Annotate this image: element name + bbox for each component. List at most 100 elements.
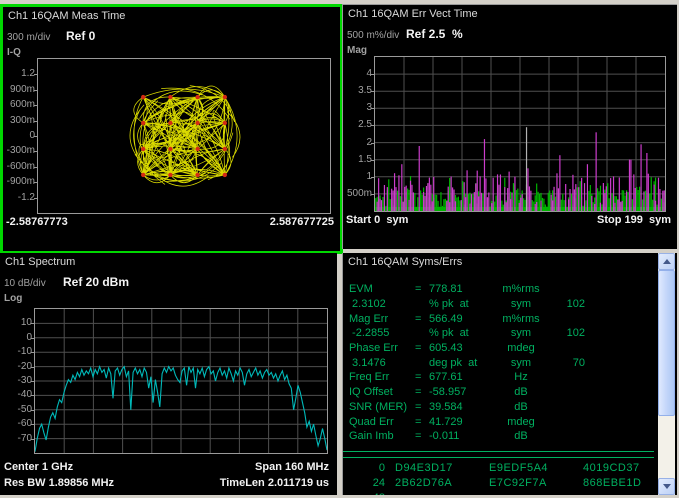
error-summary-row: IQ Offset=-58.957dB bbox=[345, 385, 653, 400]
y-tick-label: -70 bbox=[0, 433, 32, 444]
y-tick-label: 2 bbox=[343, 137, 372, 148]
scale-per-div-label: 300 m/div bbox=[7, 32, 50, 43]
error-summary-row: 2.3102 % pk atsym102 bbox=[345, 297, 653, 312]
y-tick-label: 500m bbox=[343, 188, 372, 199]
y-tick-label: 10 bbox=[0, 317, 32, 328]
error-summary-cell: = bbox=[415, 313, 429, 325]
y-tick-label: 1.2 bbox=[3, 68, 35, 79]
error-summary-cell: -58.957 bbox=[429, 386, 491, 398]
error-summary-cell: sym bbox=[491, 327, 551, 339]
y-tick-label: 1.5 bbox=[343, 154, 372, 165]
error-summary-cell: Freq Err bbox=[349, 371, 415, 383]
symbol-hex-word: E9EDF5A4 bbox=[489, 462, 573, 474]
error-summary-row: Mag Err=566.49m%rms bbox=[345, 311, 653, 326]
symbol-row: 48 bbox=[345, 490, 653, 495]
x-min-label: -2.58767773 bbox=[6, 216, 68, 228]
err-vect-plot[interactable] bbox=[375, 57, 665, 211]
time-len-label: TimeLen 2.011719 us bbox=[220, 477, 329, 489]
constellation-plot[interactable] bbox=[38, 59, 330, 213]
y-axis-format-label: Mag bbox=[347, 45, 367, 56]
symbol-row: 0D94E3D17E9EDF5A44019CD37 bbox=[345, 460, 653, 475]
panel-title: Ch1 16QAM Syms/Errs bbox=[348, 256, 462, 268]
y-tick-label: 0 bbox=[3, 130, 35, 141]
y-axis-format-label: I-Q bbox=[7, 47, 21, 58]
symbol-hex-word: 868EBE1D bbox=[583, 477, 667, 489]
panel-syms-errs[interactable]: Ch1 16QAM Syms/Errs EVM=778.81m%rms 2.31… bbox=[342, 253, 677, 495]
error-summary-cell: sym bbox=[491, 298, 551, 310]
y-tick-label: -900m bbox=[3, 176, 35, 187]
error-summary-row: Freq Err=677.61Hz bbox=[345, 370, 653, 385]
error-summary-cell: dB bbox=[491, 401, 551, 413]
y-tick-label: -20 bbox=[0, 361, 32, 372]
y-tick-label: 300m bbox=[3, 115, 35, 126]
ref-level-label: Ref 2.5 % bbox=[406, 27, 463, 41]
y-tick-label: 2.5 bbox=[343, 119, 372, 130]
error-summary-cell: SNR (MER) bbox=[349, 401, 415, 413]
error-summary-cell: = bbox=[415, 430, 429, 442]
table-divider bbox=[343, 451, 654, 458]
scrollbar[interactable] bbox=[658, 253, 675, 495]
panel-spectrum[interactable]: Ch1 Spectrum 10 dB/div Ref 20 dBm Log 10… bbox=[0, 253, 337, 495]
error-summary-cell: % pk at bbox=[429, 298, 491, 310]
scale-per-div-label: 500 m%/div bbox=[347, 30, 399, 41]
panel-title: Ch1 16QAM Err Vect Time bbox=[348, 8, 478, 20]
error-summary-cell: mdeg bbox=[491, 342, 551, 354]
symbol-hex-word: 4019CD37 bbox=[583, 462, 667, 474]
error-summary-cell: 41.729 bbox=[429, 416, 491, 428]
error-summary-cell: -0.011 bbox=[429, 430, 491, 442]
error-summary-cell: 605.43 bbox=[429, 342, 491, 354]
y-tick-label: 600m bbox=[3, 99, 35, 110]
error-summary-cell: m%rms bbox=[491, 283, 551, 295]
scrollbar-down-button[interactable] bbox=[658, 478, 675, 495]
error-summary-cell: = bbox=[415, 401, 429, 413]
error-summary-row: 3.1476deg pk atsym70 bbox=[345, 355, 653, 370]
error-summary-table: EVM=778.81m%rms 2.3102% pk atsym102Mag E… bbox=[345, 282, 653, 444]
error-summary-row: SNR (MER)=39.584dB bbox=[345, 400, 653, 415]
error-summary-cell: IQ Offset bbox=[349, 386, 415, 398]
error-summary-cell: Gain Imb bbox=[349, 430, 415, 442]
symbol-hex-table: 0D94E3D17E9EDF5A44019CD37242B62D76AE7C92… bbox=[345, 460, 653, 495]
error-summary-cell: 102 bbox=[551, 298, 585, 310]
error-summary-cell: 2.3102 bbox=[349, 298, 415, 310]
spectrum-plot[interactable] bbox=[35, 309, 327, 453]
error-summary-cell: = bbox=[415, 342, 429, 354]
error-summary-row: -2.2855% pk atsym102 bbox=[345, 326, 653, 341]
error-summary-row: Phase Err=605.43mdeg bbox=[345, 341, 653, 356]
error-summary-cell: 677.61 bbox=[429, 371, 491, 383]
panel-title: Ch1 16QAM Meas Time bbox=[8, 10, 125, 22]
scale-per-div-label: 10 dB/div bbox=[4, 278, 46, 289]
error-summary-cell: = bbox=[415, 283, 429, 295]
y-tick-label: -1.2 bbox=[3, 192, 35, 203]
error-summary-cell: 778.81 bbox=[429, 283, 491, 295]
symbol-hex-word: D94E3D17 bbox=[395, 462, 479, 474]
error-summary-cell: -2.2855 bbox=[349, 327, 415, 339]
panel-err-vect-time[interactable]: Ch1 16QAM Err Vect Time 500 m%/div Ref 2… bbox=[342, 4, 677, 249]
error-summary-cell: Quad Err bbox=[349, 416, 415, 428]
error-summary-cell: = bbox=[415, 416, 429, 428]
symbol-index: 48 bbox=[345, 492, 385, 496]
scrollbar-up-button[interactable] bbox=[658, 253, 675, 270]
y-tick-label: -30 bbox=[0, 375, 32, 386]
symbol-hex-word: E7C92F7A bbox=[489, 477, 573, 489]
res-bw-label: Res BW 1.89856 MHz bbox=[4, 477, 114, 489]
x-max-label: 2.587677725 bbox=[270, 216, 334, 228]
y-tick-label: -10 bbox=[0, 346, 32, 357]
panel-meas-time[interactable]: Ch1 16QAM Meas Time 300 m/div Ref 0 I-Q … bbox=[0, 4, 343, 254]
chevron-up-icon bbox=[663, 259, 671, 264]
scrollbar-thumb[interactable] bbox=[658, 270, 675, 416]
symbol-hex-word: 2B62D76A bbox=[395, 477, 479, 489]
symbol-row: 242B62D76AE7C92F7A868EBE1D bbox=[345, 475, 653, 490]
x-start-label: Start 0 sym bbox=[346, 214, 408, 226]
y-tick-label: 3.5 bbox=[343, 85, 372, 96]
y-tick-label: -300m bbox=[3, 145, 35, 156]
vsa-window: Ch1 16QAM Meas Time 300 m/div Ref 0 I-Q … bbox=[0, 0, 679, 498]
error-summary-cell: Mag Err bbox=[349, 313, 415, 325]
error-summary-row: Quad Err=41.729mdeg bbox=[345, 414, 653, 429]
error-summary-cell: mdeg bbox=[491, 416, 551, 428]
chevron-down-icon bbox=[663, 484, 671, 489]
center-freq-label: Center 1 GHz bbox=[4, 461, 73, 473]
error-summary-cell: = bbox=[415, 386, 429, 398]
y-tick-label: 3 bbox=[343, 102, 372, 113]
y-tick-label: 1 bbox=[343, 171, 372, 182]
error-summary-row: EVM=778.81m%rms bbox=[345, 282, 653, 297]
